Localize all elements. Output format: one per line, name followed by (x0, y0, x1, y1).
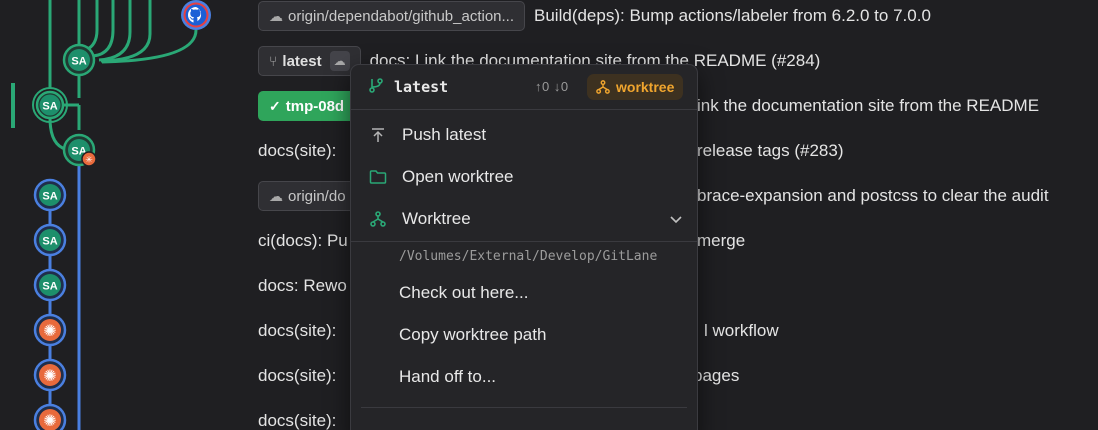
cloud-icon: ☁ (329, 51, 350, 71)
push-icon (368, 125, 388, 145)
divider (351, 241, 697, 242)
commit-message: Build(deps): Bump actions/labeler from 6… (534, 6, 931, 25)
worktree-icon (596, 80, 610, 94)
svg-text:SA: SA (42, 236, 57, 248)
worktree-icon (368, 209, 388, 229)
avatar: SA ✳ (62, 133, 97, 167)
branch-pill-latest[interactable]: ⑂ latest ☁ (258, 46, 361, 76)
chevron-down-icon (669, 211, 683, 231)
check-icon: ✓ (269, 97, 281, 114)
svg-text:SA: SA (71, 56, 86, 68)
commit-message: merge (697, 231, 746, 250)
svg-text:SA: SA (42, 281, 57, 293)
svg-text:✳: ✳ (85, 155, 93, 165)
branch-context-menu: latest ↑0 ↓0 worktree Push latest Open w… (350, 64, 698, 430)
ahead-behind-counts: ↑0 ↓0 (535, 79, 569, 94)
commit-message-prefix: docs(site): (258, 411, 337, 430)
commit-message: ink the documentation site from the READ… (697, 96, 1040, 115)
commit-message: pages (693, 366, 740, 385)
commit-row[interactable]: docs(site): pages (258, 361, 739, 391)
avatar: SA (62, 43, 96, 77)
remote-branch-pill[interactable]: ☁ origin/dependabot/github_action... (258, 1, 526, 31)
menu-item-hand-off[interactable]: Hand off to... (399, 359, 496, 395)
worktree-badge: worktree (587, 74, 684, 100)
commit-message: l workflow (704, 321, 779, 340)
svg-text:✺: ✺ (43, 368, 56, 385)
ai-avatar-icon: ✺ (33, 313, 67, 347)
commit-message-prefix: docs(site): (258, 321, 337, 340)
commit-row[interactable]: docs: Rewo (258, 271, 347, 301)
github-avatar (181, 0, 211, 30)
menu-item-check-out[interactable]: Check out here... (399, 275, 528, 311)
svg-text:✺: ✺ (43, 413, 56, 430)
svg-text:SA: SA (42, 191, 57, 203)
menu-item-push[interactable]: Push latest (351, 115, 697, 155)
menu-item-worktree[interactable]: Worktree (351, 199, 697, 239)
commit-row[interactable]: ☁ origin/dependabot/github_action... Buil… (258, 1, 931, 31)
worktree-path: /Volumes/External/Develop/GitLane (399, 249, 658, 264)
folder-icon (368, 167, 388, 187)
svg-text:SA: SA (42, 101, 57, 113)
menu-item-open-worktree[interactable]: Open worktree (351, 157, 697, 197)
branch-name: latest (394, 78, 449, 96)
divider (361, 407, 687, 408)
commit-row[interactable]: docs(site): (258, 406, 336, 430)
branch-pill-tmp[interactable]: ✓ tmp-08d (258, 91, 356, 121)
menu-item-copy-path[interactable]: Copy worktree path (399, 317, 546, 353)
menu-header: latest ↑0 ↓0 worktree (351, 65, 697, 109)
avatar: SA (33, 268, 67, 302)
commit-row[interactable]: ci(docs): Pu merge (258, 226, 745, 256)
commit-row[interactable]: docs(site): release tags (#283) (258, 136, 843, 166)
branch-icon (368, 77, 384, 98)
commit-graph: SA SA SA ✳ SA SA SA ✺ ✺ ✺ (11, 0, 211, 430)
ai-avatar-icon: ✺ (33, 403, 67, 430)
commit-message: release tags (#283) (697, 141, 844, 160)
commit-message-prefix: docs(site): (258, 141, 337, 160)
commit-message-prefix: ci(docs): Pu (258, 231, 348, 250)
commit-message: brace-expansion and postcss to clear the… (697, 186, 1049, 205)
commit-row[interactable]: ✓ tmp-08d ink the documentation site from… (258, 91, 1039, 121)
remote-branch-pill[interactable]: ☁ origin/do (258, 181, 357, 211)
cloud-icon: ☁ (269, 7, 283, 24)
commit-row[interactable]: docs(site): l workflow (258, 316, 779, 346)
commit-message-prefix: docs: Rewo (258, 276, 347, 295)
cloud-icon: ☁ (269, 187, 283, 204)
ai-avatar-icon: ✺ (33, 358, 67, 392)
commit-message-prefix: docs(site): (258, 366, 337, 385)
worktree-icon: ⑂ (269, 53, 278, 69)
avatar: SA (33, 223, 67, 257)
avatar: SA (33, 178, 67, 212)
avatar: SA (32, 87, 68, 123)
svg-text:✺: ✺ (43, 323, 56, 340)
divider (351, 109, 697, 110)
